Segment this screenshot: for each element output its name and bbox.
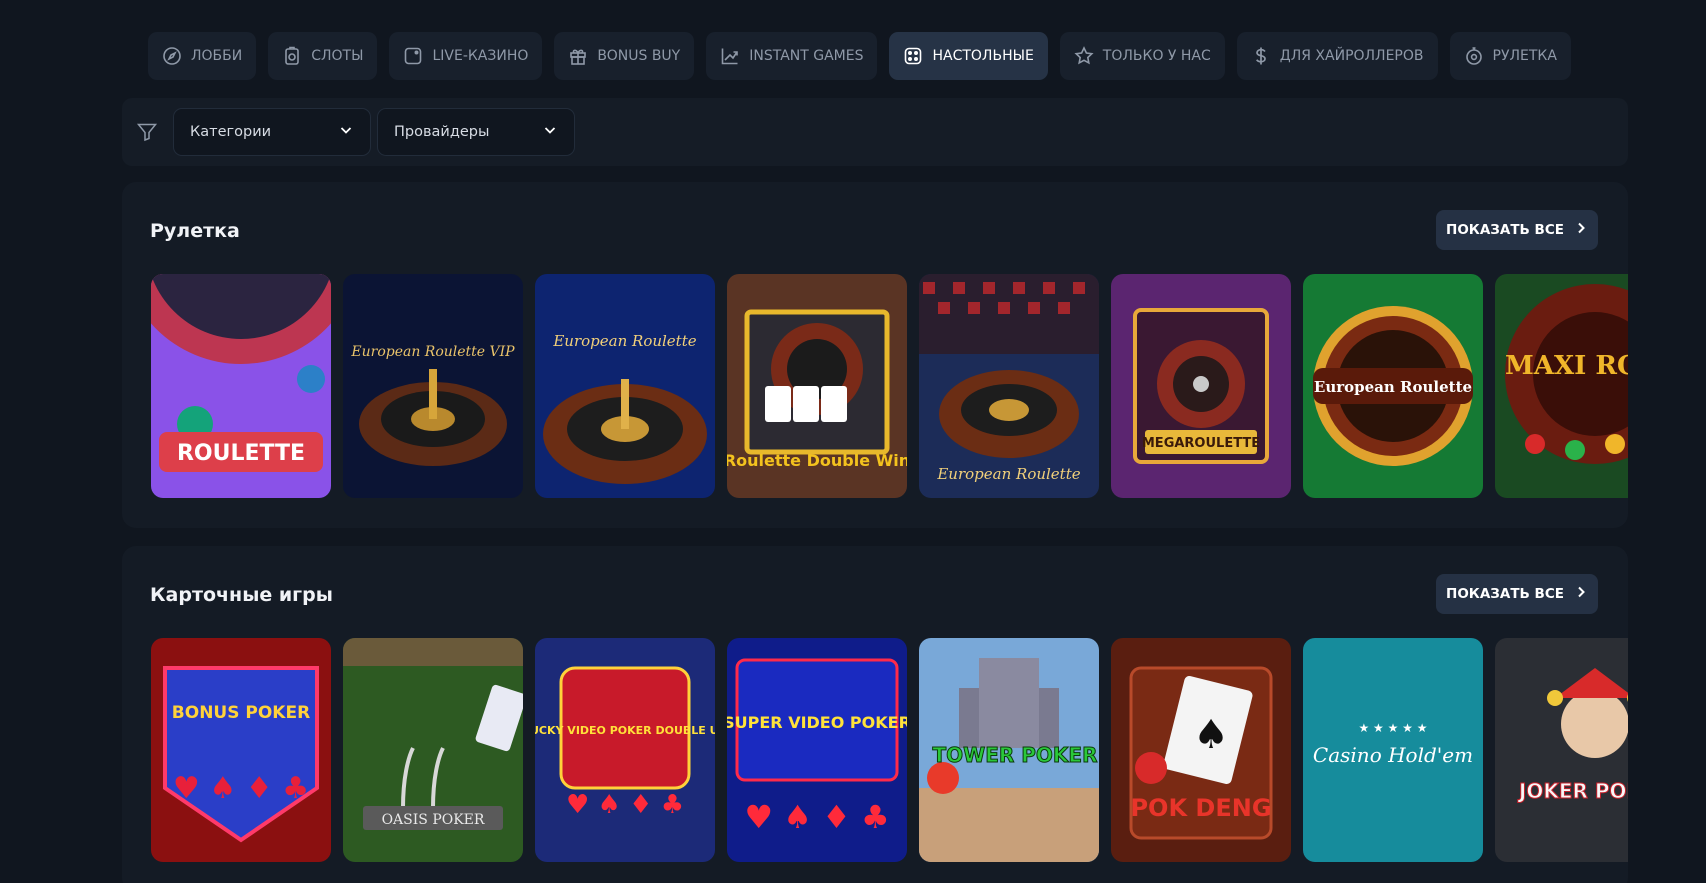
live-casino-icon [403, 46, 423, 66]
providers-dropdown[interactable]: Провайдеры [377, 108, 575, 156]
svg-text:LUCKY VIDEO POKER DOUBLE UP: LUCKY VIDEO POKER DOUBLE UP [535, 724, 715, 737]
game-card[interactable]: European Roulette [1303, 274, 1483, 498]
dice-icon [903, 46, 923, 66]
svg-text:MAXI ROULETTE: MAXI ROULETTE [1505, 351, 1628, 381]
tab-lobby[interactable]: ЛОББИ [148, 32, 257, 80]
chart-icon [720, 46, 740, 66]
chevron-right-icon [1574, 585, 1588, 603]
game-card[interactable]: SUPER VIDEO POKER ♥ ♠ ♦ ♣ [727, 638, 907, 862]
category-tabs: ЛОББИ СЛОТЫ LIVE-КАЗИНО BONUS BUY INSTAN… [148, 32, 1571, 80]
svg-text:JOKER POKER: JOKER POKER [1517, 779, 1628, 803]
chevron-down-icon [338, 122, 354, 142]
tab-label: НАСТОЛЬНЫЕ [932, 48, 1034, 64]
roulette-section: Рулетка ПОКАЗАТЬ ВСЕ ROULETTE European R… [122, 182, 1628, 528]
show-all-button[interactable]: ПОКАЗАТЬ ВСЕ [1436, 210, 1598, 250]
show-all-label: ПОКАЗАТЬ ВСЕ [1446, 586, 1564, 602]
svg-text:POK DENG: POK DENG [1130, 794, 1271, 822]
svg-text:★ ★ ★ ★ ★: ★ ★ ★ ★ ★ [1358, 721, 1427, 735]
game-card[interactable]: Roulette Double Win [727, 274, 907, 498]
tab-highrollers[interactable]: ДЛЯ ХАЙРОЛЛЕРОВ [1236, 32, 1438, 80]
tab-slots[interactable]: СЛОТЫ [268, 32, 378, 80]
compass-icon [162, 46, 182, 66]
categories-label: Категории [190, 124, 272, 140]
show-all-label: ПОКАЗАТЬ ВСЕ [1446, 222, 1564, 238]
svg-text:OASIS POKER: OASIS POKER [382, 812, 485, 828]
svg-text:Roulette Double Win: Roulette Double Win [727, 451, 907, 470]
card-games-section: Карточные игры ПОКАЗАТЬ ВСЕ BONUS POKER ♥… [122, 546, 1628, 883]
gift-icon [568, 46, 588, 66]
tab-label: INSTANT GAMES [749, 48, 864, 64]
game-card[interactable]: ROULETTE [151, 274, 331, 498]
game-card[interactable]: JOKER POKER [1495, 638, 1628, 862]
game-card[interactable]: MEGAROULETTE [1111, 274, 1291, 498]
section-title: Рулетка [150, 220, 240, 242]
game-card[interactable]: European Roulette VIP [343, 274, 523, 498]
slots-icon [282, 46, 302, 66]
tab-label: ТОЛЬКО У НАС [1102, 48, 1211, 64]
tab-instant-games[interactable]: INSTANT GAMES [706, 32, 878, 80]
svg-text:ROULETTE: ROULETTE [177, 441, 305, 466]
svg-text:♥ ♠ ♦ ♣: ♥ ♠ ♦ ♣ [566, 790, 684, 820]
filter-icon[interactable] [135, 120, 159, 144]
game-card[interactable]: MAXI ROULETTE [1495, 274, 1628, 498]
tab-table-games[interactable]: НАСТОЛЬНЫЕ [889, 32, 1048, 80]
tab-live-casino[interactable]: LIVE-КАЗИНО [389, 32, 543, 80]
game-row: ROULETTE European Roulette VIP European … [151, 274, 1628, 499]
chevron-right-icon [1574, 221, 1588, 239]
svg-text:♥ ♠ ♦ ♣: ♥ ♠ ♦ ♣ [173, 771, 309, 806]
tab-exclusive[interactable]: ТОЛЬКО У НАС [1059, 32, 1225, 80]
game-card[interactable]: ♠ POK DENG [1111, 638, 1291, 862]
svg-text:BONUS POKER: BONUS POKER [172, 703, 310, 723]
tab-label: РУЛЕТКА [1492, 48, 1557, 64]
svg-text:European Roulette: European Roulette [936, 465, 1080, 483]
game-row: BONUS POKER ♥ ♠ ♦ ♣ OASIS POKER LUCKY VID… [151, 638, 1628, 863]
game-card[interactable]: European Roulette [535, 274, 715, 498]
categories-dropdown[interactable]: Категории [173, 108, 371, 156]
svg-text:MEGAROULETTE: MEGAROULETTE [1142, 436, 1260, 451]
game-card[interactable]: BONUS POKER ♥ ♠ ♦ ♣ [151, 638, 331, 862]
svg-text:♠: ♠ [1193, 712, 1229, 758]
svg-text:European Roulette: European Roulette [1314, 378, 1472, 396]
tab-label: СЛОТЫ [311, 48, 364, 64]
tab-label: BONUS BUY [597, 48, 681, 64]
tab-roulette[interactable]: РУЛЕТКА [1449, 32, 1571, 80]
tab-label: ЛОББИ [191, 48, 243, 64]
svg-text:European Roulette VIP: European Roulette VIP [350, 344, 515, 360]
section-title: Карточные игры [150, 584, 333, 606]
tab-bonus-buy[interactable]: BONUS BUY [554, 32, 695, 80]
game-card[interactable]: TOWER POKER [919, 638, 1099, 862]
game-card[interactable]: LUCKY VIDEO POKER DOUBLE UP ♥ ♠ ♦ ♣ [535, 638, 715, 862]
star-icon [1074, 46, 1094, 66]
game-card[interactable]: OASIS POKER [343, 638, 523, 862]
providers-label: Провайдеры [394, 124, 490, 140]
roulette-icon [1464, 46, 1484, 66]
tab-label: ДЛЯ ХАЙРОЛЛЕРОВ [1279, 48, 1424, 64]
tab-label: LIVE-КАЗИНО [432, 48, 529, 64]
dollar-icon [1251, 46, 1271, 66]
svg-text:SUPER VIDEO POKER: SUPER VIDEO POKER [727, 713, 907, 732]
game-card[interactable]: ★ ★ ★ ★ ★ Casino Hold'em [1303, 638, 1483, 862]
svg-text:European Roulette: European Roulette [552, 332, 696, 350]
svg-text:Casino Hold'em: Casino Hold'em [1313, 743, 1473, 767]
game-card[interactable]: European Roulette [919, 274, 1099, 498]
filter-bar: Категории Провайдеры [122, 98, 1628, 166]
svg-text:TOWER POKER: TOWER POKER [933, 743, 1098, 767]
chevron-down-icon [542, 122, 558, 142]
svg-text:♥ ♠ ♦ ♣: ♥ ♠ ♦ ♣ [744, 798, 889, 836]
show-all-button[interactable]: ПОКАЗАТЬ ВСЕ [1436, 574, 1598, 614]
